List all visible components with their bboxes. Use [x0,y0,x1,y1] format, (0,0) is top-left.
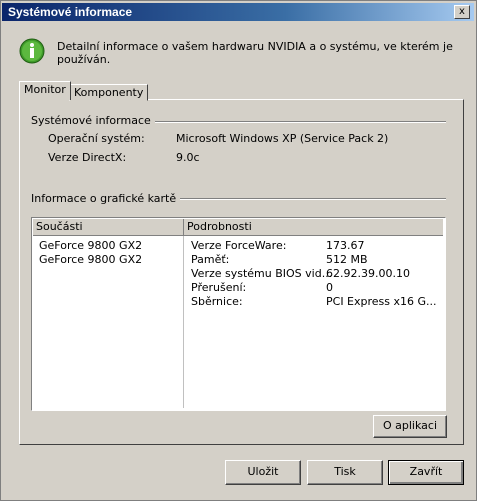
detail-label: Paměť: [191,253,230,266]
gpu-details-list[interactable]: Součásti Podrobnosti GeForce 9800 GX2 Ge… [31,217,446,411]
os-value: Microsoft Windows XP (Service Pack 2) [176,132,389,145]
os-label: Operační systém: [48,132,145,145]
system-group-title: Systémové informace [31,114,155,127]
detail-value: 62.92.39.00.10 [326,267,410,280]
close-window-button[interactable]: x [454,5,470,19]
detail-label: Verze ForceWare: [191,239,287,252]
print-button[interactable]: Tisk [307,460,383,485]
system-info-window: Systémové informace x Detailní informace… [0,0,477,501]
column-details[interactable]: Podrobnosti [184,219,442,235]
close-button[interactable]: Zavřít [388,460,464,485]
window-title: Systémové informace [8,5,133,19]
detail-label: Sběrnice: [191,295,243,308]
directx-label: Verze DirectX: [48,151,127,164]
header-description: Detailní informace o vašem hardwaru NVID… [57,40,453,66]
detail-label: Přerušení: [191,281,247,294]
save-button[interactable]: Uložit [225,460,301,485]
detail-value: 0 [326,281,333,294]
tab-monitor[interactable]: Monitor [19,81,71,100]
detail-value: 512 MB [326,253,368,266]
list-header: Součásti Podrobnosti [33,219,443,236]
list-item[interactable]: GeForce 9800 GX2 [39,253,142,266]
directx-value: 9.0c [176,151,200,164]
detail-label: Verze systému BIOS vid... [191,267,333,280]
info-icon [19,38,45,64]
list-item[interactable]: GeForce 9800 GX2 [39,239,142,252]
gpu-group-title: Informace o grafické kartě [31,192,181,205]
detail-value: PCI Express x16 G... [326,295,437,308]
column-components[interactable]: Součásti [33,219,184,235]
detail-value: 173.67 [326,239,365,252]
title-bar[interactable]: Systémové informace x [2,3,474,21]
about-button[interactable]: O aplikaci [373,415,447,438]
tab-components[interactable]: Komponenty [69,84,149,101]
